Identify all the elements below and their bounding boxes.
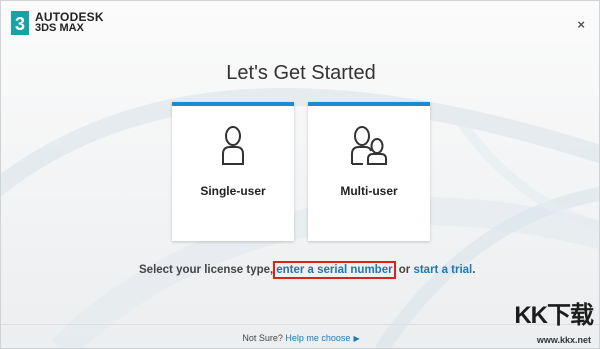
prompt-suffix: . (472, 264, 476, 276)
page-title: Let's Get Started (226, 62, 376, 84)
single-user-icon (222, 126, 244, 165)
arrow-right-icon: ▶ (353, 334, 360, 343)
footer-divider (1, 324, 599, 325)
3ds-max-logo-icon: 3 (11, 11, 29, 35)
watermark-logo: KK下载 (514, 302, 594, 329)
brand-logo: 3 AUTODESK 3DS MAX (11, 11, 104, 35)
license-dialog: 3 AUTODESK 3DS MAX × Let's Get Started S… (0, 0, 600, 349)
product-name: 3DS MAX (35, 22, 84, 34)
multi-user-icon (351, 126, 387, 165)
start-trial-link[interactable]: start a trial (413, 264, 472, 276)
close-button[interactable]: × (577, 17, 585, 32)
prompt-middle: or (395, 264, 414, 276)
help-me-choose-link[interactable]: Help me choose (285, 333, 350, 343)
license-prompt: Select your license type, enter a serial … (139, 261, 475, 279)
close-icon: × (577, 17, 585, 32)
background-swirl (1, 88, 599, 348)
footer-prefix: Not Sure? (242, 333, 286, 343)
brand-mark-text: 3 (15, 14, 25, 34)
single-user-card[interactable]: Single-user (172, 102, 294, 241)
prompt-prefix: Select your license type, (139, 264, 274, 276)
footer: Not Sure? Help me choose ▶ (1, 333, 599, 343)
enter-serial-link[interactable]: enter a serial number (276, 264, 392, 276)
serial-highlight-box: enter a serial number (273, 261, 396, 279)
watermark-url: www.kkx.net (536, 335, 591, 345)
multi-user-card[interactable]: Multi-user (308, 102, 430, 241)
single-user-label: Single-user (200, 184, 266, 198)
multi-user-label: Multi-user (340, 184, 398, 198)
